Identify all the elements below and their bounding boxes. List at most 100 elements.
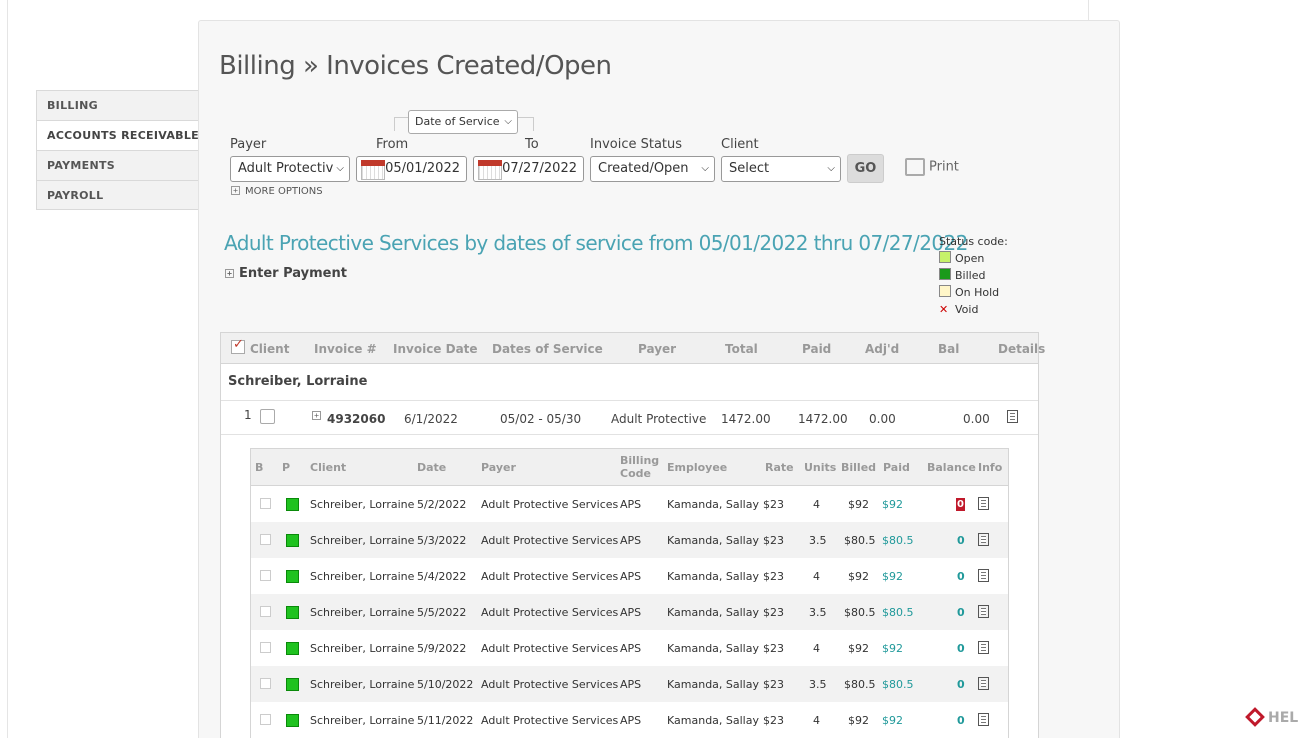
col-client[interactable]: Client xyxy=(250,342,289,356)
client-group-header: Schreiber, Lorraine xyxy=(221,364,1038,401)
row-checkbox[interactable] xyxy=(260,714,271,725)
sidebar-nav: BILLING ACCOUNTS RECEIVABLE PAYMENTS PAY… xyxy=(36,90,199,210)
date-type-value: Date of Service xyxy=(415,115,500,128)
document-icon[interactable] xyxy=(978,677,989,690)
select-all-checkbox[interactable] xyxy=(231,337,245,354)
col-bal[interactable]: Bal xyxy=(938,342,959,356)
cell-code: APS xyxy=(620,678,642,691)
cell-units: 3.5 xyxy=(809,534,827,547)
document-icon[interactable] xyxy=(978,533,989,546)
row-checkbox[interactable] xyxy=(260,534,271,545)
table-row: Schreiber, Lorraine 5/2/2022 Adult Prote… xyxy=(251,486,1008,522)
cell-client: Schreiber, Lorraine xyxy=(310,714,415,727)
cell-units: 3.5 xyxy=(809,606,827,619)
sidebar-item-payments[interactable]: PAYMENTS xyxy=(36,150,199,180)
expand-icon: + xyxy=(225,269,234,278)
cell-rate: $23 xyxy=(763,714,784,727)
status-billed-icon xyxy=(286,714,299,727)
print-button[interactable]: Print xyxy=(905,158,959,176)
cell-paid: $92 xyxy=(882,570,903,583)
calendar-icon[interactable] xyxy=(361,160,385,180)
from-date-input[interactable]: 05/01/2022 xyxy=(356,156,467,182)
invoice-bal: 0.00 xyxy=(963,412,990,426)
expand-icon: + xyxy=(231,186,240,195)
col-total[interactable]: Total xyxy=(725,342,758,356)
cell-units: 4 xyxy=(813,570,820,583)
cell-employee: Kamanda, Sallay xyxy=(667,498,759,511)
cell-client: Schreiber, Lorraine xyxy=(310,498,415,511)
cell-units: 4 xyxy=(813,714,820,727)
legend-label: On Hold xyxy=(955,286,1000,299)
cell-billed: $92 xyxy=(848,570,869,583)
more-options-toggle[interactable]: + MORE OPTIONS xyxy=(231,186,323,197)
col-payer: Payer xyxy=(481,461,516,474)
enter-payment-toggle[interactable]: + Enter Payment xyxy=(225,266,347,281)
col-adjd[interactable]: Adj'd xyxy=(865,342,899,356)
row-checkbox[interactable] xyxy=(260,409,275,424)
document-icon[interactable] xyxy=(978,569,989,582)
document-icon[interactable] xyxy=(1007,410,1018,423)
go-button[interactable]: GO xyxy=(847,154,884,183)
cell-billed: $80.5 xyxy=(844,534,876,547)
cell-date: 5/11/2022 xyxy=(417,714,474,727)
col-billing-code-2: Code xyxy=(620,467,651,480)
col-invoice-date[interactable]: Invoice Date xyxy=(393,342,478,356)
document-icon[interactable] xyxy=(978,497,989,510)
col-paid[interactable]: Paid xyxy=(802,342,831,356)
cell-balance[interactable]: 0 xyxy=(957,714,965,727)
cell-paid: $80.5 xyxy=(882,678,914,691)
billed-swatch xyxy=(939,268,951,280)
cell-code: APS xyxy=(620,534,642,547)
row-checkbox[interactable] xyxy=(260,678,271,689)
sidebar-item-payroll[interactable]: PAYROLL xyxy=(36,180,199,210)
col-units: Units xyxy=(804,461,837,474)
legend-label: Void xyxy=(955,303,979,316)
col-billing-code-1: Billing xyxy=(620,454,660,467)
cell-paid: $92 xyxy=(882,498,903,511)
invoice-number[interactable]: 4932060 xyxy=(327,412,385,426)
row-checkbox[interactable] xyxy=(260,606,271,617)
document-icon[interactable] xyxy=(978,641,989,654)
calendar-icon[interactable] xyxy=(478,160,502,180)
payer-select[interactable]: Adult Protectiv ⌵ xyxy=(230,156,350,182)
page-divider xyxy=(1088,0,1089,20)
cell-balance[interactable]: 0 xyxy=(957,642,965,655)
invoice-status-select[interactable]: Created/Open ⌵ xyxy=(590,156,715,182)
cell-balance[interactable]: 0 xyxy=(957,678,965,691)
legend-item-billed: Billed xyxy=(939,267,1008,284)
legend-label: Billed xyxy=(955,269,986,282)
cell-code: APS xyxy=(620,570,642,583)
cell-payer: Adult Protective Services xyxy=(481,570,619,583)
col-invoice-no[interactable]: Invoice # xyxy=(314,342,377,356)
sidebar-item-accounts-receivable[interactable]: ACCOUNTS RECEIVABLE xyxy=(36,120,199,150)
cell-billed: $80.5 xyxy=(844,678,876,691)
row-checkbox[interactable] xyxy=(260,498,271,509)
col-info: Info xyxy=(978,461,1003,474)
legend-item-void: ✕ Void xyxy=(939,301,1008,318)
document-icon[interactable] xyxy=(978,713,989,726)
to-date-input[interactable]: 07/27/2022 xyxy=(473,156,584,182)
col-dates-of-service[interactable]: Dates of Service xyxy=(492,342,603,356)
expand-icon[interactable]: + xyxy=(312,411,321,420)
cell-balance[interactable]: 0 xyxy=(957,606,965,619)
col-payer[interactable]: Payer xyxy=(638,342,676,356)
row-checkbox[interactable] xyxy=(260,570,271,581)
row-checkbox[interactable] xyxy=(260,642,271,653)
cell-units: 4 xyxy=(813,642,820,655)
cell-balance[interactable]: 0 xyxy=(957,534,965,547)
from-date-value: 05/01/2022 xyxy=(385,161,460,176)
client-select[interactable]: Select ⌵ xyxy=(721,156,841,182)
cell-balance[interactable]: 0 xyxy=(957,570,965,583)
help-widget[interactable]: HEL xyxy=(1245,707,1298,727)
cell-date: 5/10/2022 xyxy=(417,678,474,691)
col-details[interactable]: Details xyxy=(998,342,1045,356)
cell-payer: Adult Protective Services xyxy=(481,498,619,511)
date-type-select[interactable]: Date of Service ⌵ xyxy=(408,110,518,134)
cell-paid: $80.5 xyxy=(882,534,914,547)
cell-payer: Adult Protective Services xyxy=(481,534,619,547)
sidebar-item-billing[interactable]: BILLING xyxy=(36,90,199,120)
table-row: Schreiber, Lorraine 5/11/2022 Adult Prot… xyxy=(251,702,1008,738)
cell-balance[interactable]: 0 xyxy=(956,498,965,511)
status-billed-icon xyxy=(286,498,299,511)
document-icon[interactable] xyxy=(978,605,989,618)
